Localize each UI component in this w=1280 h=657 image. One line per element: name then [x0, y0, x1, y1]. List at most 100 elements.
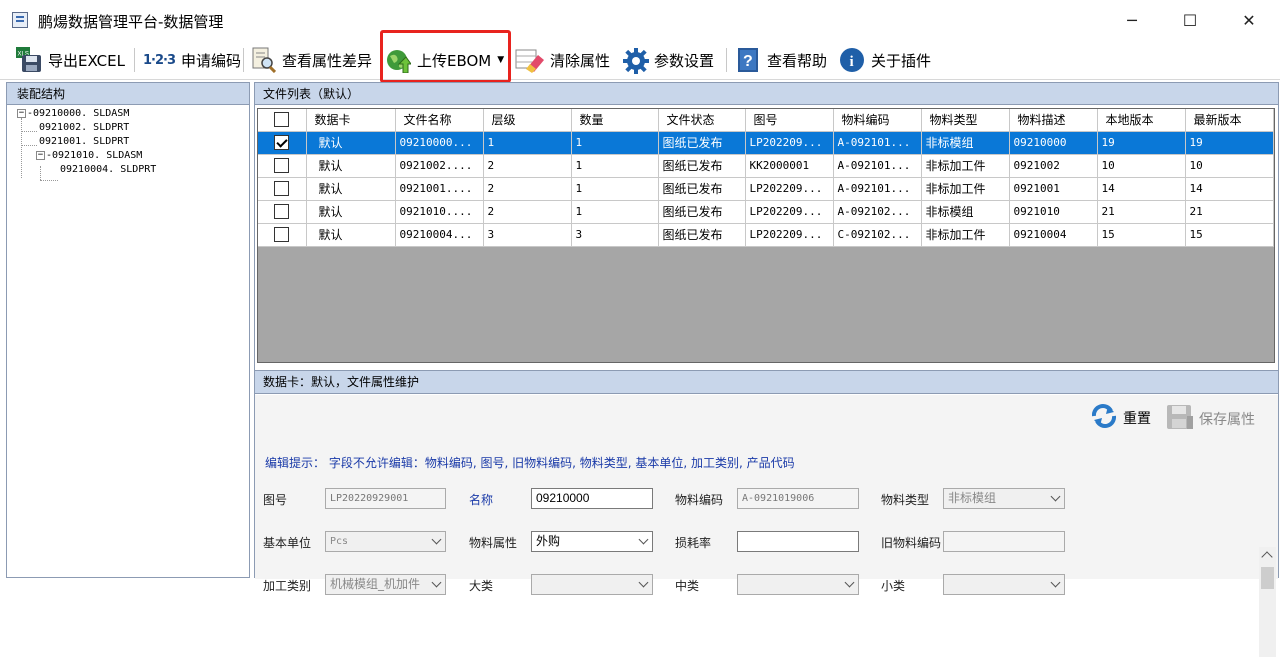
- chevron-down-icon: [1050, 491, 1061, 502]
- param-settings-button[interactable]: 参数设置: [622, 46, 714, 74]
- table-cell: 09210004...: [395, 223, 484, 247]
- save-attrs-label: 保存属性: [1199, 412, 1255, 428]
- table-cell: 09210004: [1009, 223, 1098, 247]
- material-attr-select[interactable]: 外购: [531, 531, 653, 552]
- column-header[interactable]: 物料类型: [921, 109, 1010, 132]
- tree-node[interactable]: 0921001. SLDPRT: [39, 135, 129, 149]
- refresh-icon: [1089, 403, 1119, 433]
- table-cell: A-092101...: [833, 131, 922, 155]
- major-select[interactable]: [531, 574, 653, 595]
- table-cell: 21: [1097, 200, 1186, 224]
- expand-toggle[interactable]: −: [36, 151, 45, 160]
- table-cell: 图纸已发布: [658, 223, 746, 247]
- column-header[interactable]: 文件名称: [395, 109, 484, 132]
- column-header[interactable]: 物料描述: [1009, 109, 1098, 132]
- row-checkbox-cell[interactable]: [258, 223, 307, 247]
- old-code-label: 旧物料编码: [881, 536, 942, 550]
- expand-toggle[interactable]: −: [17, 109, 26, 118]
- table-cell: C-092102...: [833, 223, 922, 247]
- minor-select[interactable]: [943, 574, 1065, 595]
- app-icon: [12, 12, 28, 28]
- base-unit-label: 基本单位: [263, 536, 312, 550]
- material-code-field: A-0921019006: [737, 488, 859, 509]
- reset-button[interactable]: 重置: [1089, 403, 1151, 433]
- chevron-down-icon: [638, 577, 649, 588]
- table-cell: LP202209...: [745, 177, 834, 201]
- tree-node[interactable]: 09210004. SLDPRT: [60, 163, 156, 177]
- minimize-button[interactable]: ─: [1117, 8, 1147, 34]
- toolbar-separator: [243, 48, 244, 72]
- table-row[interactable]: 默认 0921002.... 2 1 图纸已发布 KK2000001 A-092101...…: [258, 154, 1274, 178]
- table-row[interactable]: 默认 09210004... 3 3 图纸已发布 LP202209... C-092102.…: [258, 223, 1274, 247]
- column-header[interactable]: 本地版本: [1097, 109, 1186, 132]
- row-checkbox-cell[interactable]: [258, 154, 307, 178]
- table-cell: 0921001....: [395, 177, 484, 201]
- table-cell: 19: [1185, 131, 1274, 155]
- info-icon: i: [839, 47, 865, 73]
- scroll-up-icon[interactable]: [1261, 551, 1273, 563]
- numbers-123-icon: 1·2·3: [143, 52, 176, 68]
- tree-node[interactable]: 0921002. SLDPRT: [39, 121, 129, 135]
- clear-attrs-label: 清除属性: [550, 51, 611, 70]
- table-row[interactable]: 默认 0921001.... 2 1 图纸已发布 LP202209... A-092101.…: [258, 177, 1274, 201]
- assembly-structure-title: 装配结构: [7, 83, 249, 105]
- column-header[interactable]: 物料编码: [833, 109, 922, 132]
- select-all-checkbox[interactable]: [274, 112, 289, 128]
- row-checkbox[interactable]: [274, 158, 289, 173]
- column-header[interactable]: 图号: [745, 109, 834, 132]
- minor-label: 小类: [881, 579, 906, 593]
- view-help-button[interactable]: ? 查看帮助: [735, 46, 827, 74]
- table-cell: 默认: [306, 223, 396, 247]
- about-plugin-button[interactable]: i 关于插件: [839, 46, 931, 74]
- table-cell: 0921001: [1009, 177, 1098, 201]
- close-button[interactable]: ✕: [1234, 8, 1264, 34]
- apply-code-label: 申请编码: [181, 51, 242, 70]
- view-help-label: 查看帮助: [767, 51, 828, 70]
- scroll-thumb[interactable]: [1261, 567, 1274, 589]
- table-cell: 19: [1097, 131, 1186, 155]
- table-cell: 图纸已发布: [658, 131, 746, 155]
- loss-rate-field[interactable]: [737, 531, 859, 552]
- select-all-checkbox-cell[interactable]: [258, 109, 307, 132]
- column-header[interactable]: 文件状态: [658, 109, 746, 132]
- floppy-disk-icon: [1165, 403, 1195, 435]
- table-cell: 2: [483, 200, 572, 224]
- file-grid: 数据卡 文件名称 层级 数量 文件状态 图号 物料编码 物料类型 物料描述 本地…: [258, 109, 1274, 247]
- table-cell: 默认: [306, 154, 396, 178]
- chevron-down-icon: [638, 534, 649, 545]
- row-checkbox-cell[interactable]: [258, 131, 307, 155]
- column-header[interactable]: 最新版本: [1185, 109, 1274, 132]
- table-cell: 10: [1185, 154, 1274, 178]
- table-cell: 1: [571, 154, 659, 178]
- table-cell: 21: [1185, 200, 1274, 224]
- excel-floppy-icon: XLS: [16, 47, 42, 73]
- row-checkbox[interactable]: [274, 204, 289, 219]
- name-field[interactable]: 09210000: [531, 488, 653, 509]
- row-checkbox[interactable]: [274, 227, 289, 242]
- tree-node[interactable]: -0921010. SLDASM: [46, 149, 142, 163]
- table-cell: 1: [571, 177, 659, 201]
- column-header[interactable]: 数据卡: [306, 109, 396, 132]
- chevron-down-icon: [844, 577, 855, 588]
- tree-node[interactable]: -09210000. SLDASM: [27, 107, 129, 121]
- material-type-value: 非标模组: [948, 491, 997, 505]
- row-checkbox[interactable]: [274, 135, 289, 150]
- view-diff-button[interactable]: 查看属性差异: [250, 46, 372, 74]
- table-row[interactable]: 默认 09210000... 1 1 图纸已发布 LP202209... A-092101.…: [258, 131, 1274, 155]
- middle-select[interactable]: [737, 574, 859, 595]
- column-header[interactable]: 层级: [483, 109, 572, 132]
- form-scrollbar[interactable]: [1259, 547, 1276, 657]
- process-type-value: 机械模组_机加件: [330, 577, 421, 591]
- table-cell: 1: [571, 200, 659, 224]
- export-excel-button[interactable]: XLS 导出EXCEL: [16, 46, 125, 74]
- row-checkbox-cell[interactable]: [258, 200, 307, 224]
- row-checkbox[interactable]: [274, 181, 289, 196]
- apply-code-button[interactable]: 1·2·3 申请编码: [143, 46, 241, 74]
- clear-attrs-button[interactable]: 清除属性: [514, 46, 610, 74]
- maximize-button[interactable]: ☐: [1175, 8, 1205, 34]
- gear-icon: [622, 47, 649, 74]
- table-row[interactable]: 默认 0921010.... 2 1 图纸已发布 LP202209... A-092102.…: [258, 200, 1274, 224]
- column-header[interactable]: 数量: [571, 109, 659, 132]
- row-checkbox-cell[interactable]: [258, 177, 307, 201]
- save-attrs-button[interactable]: 保存属性: [1165, 403, 1255, 435]
